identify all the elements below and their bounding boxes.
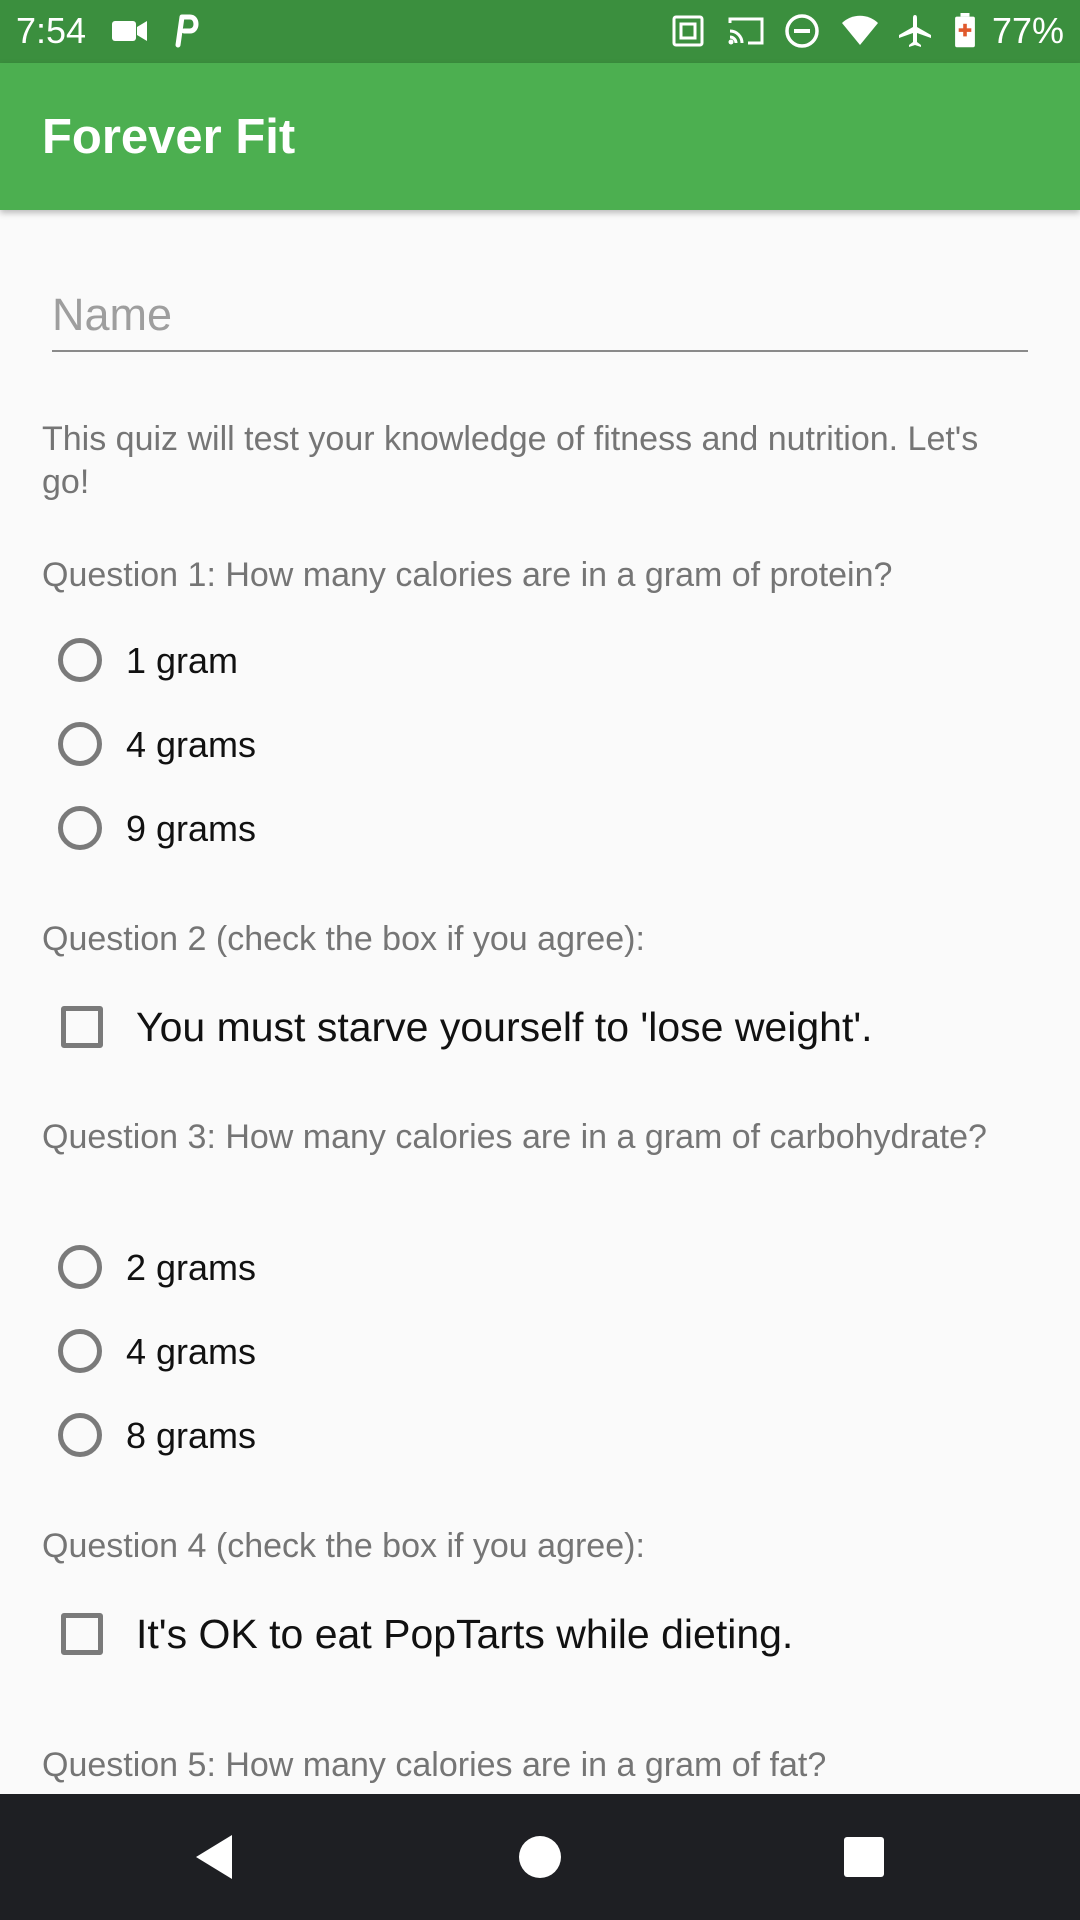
recents-icon [844,1837,884,1877]
app-bar: Forever Fit [0,63,1080,210]
radio-button[interactable] [58,806,102,850]
question-3-text: Question 3: How many calories are in a g… [42,1118,987,1156]
battery-percent: 77% [991,10,1064,51]
checkbox[interactable] [61,1006,103,1048]
option-label: 4 grams [126,724,257,765]
option-label: 4 grams [126,1331,257,1372]
navigation-bar [0,1794,1080,1920]
back-icon [196,1835,232,1879]
app-title: Forever Fit [42,110,296,164]
checkbox-label: It's OK to eat PopTarts while dieting. [136,1611,794,1657]
option-label: 2 grams [126,1247,257,1288]
radio-button[interactable] [58,1329,102,1373]
home-icon [519,1836,561,1878]
video-camera-icon [112,21,147,41]
nav-home-button[interactable] [460,1794,620,1920]
nfc-icon [672,15,704,47]
option-label: 9 grams [126,808,257,849]
option-label: 8 grams [126,1415,257,1456]
option-label: 1 gram [126,640,239,681]
parking-icon [175,14,199,48]
question-4-text: Question 4 (check the box if you agree): [42,1527,645,1565]
status-bar: 7:54 77% [0,0,1080,63]
question-2-text: Question 2 (check the box if you agree): [42,920,645,958]
radio-button[interactable] [58,638,102,682]
radio-button[interactable] [58,1413,102,1457]
question-5-text: Question 5: How many calories are in a g… [42,1746,827,1784]
name-input[interactable] [52,280,1028,352]
airplane-mode-icon [899,15,931,47]
radio-button[interactable] [58,1245,102,1289]
status-time: 7:54 [16,10,87,51]
quiz-form: This quiz will test your knowledge of fi… [0,210,1080,1794]
wifi-icon [842,15,878,45]
cast-icon [728,17,764,45]
nav-recents-button[interactable] [784,1794,944,1920]
battery-icon [955,13,975,48]
quiz-intro: This quiz will test your knowledge of fi… [42,420,979,501]
radio-button[interactable] [58,722,102,766]
checkbox[interactable] [61,1613,103,1655]
do-not-disturb-icon [785,14,819,48]
nav-back-button[interactable] [134,1794,294,1920]
checkbox-label: You must starve yourself to 'lose weight… [136,1004,873,1050]
question-1-text: Question 1: How many calories are in a g… [42,556,893,594]
